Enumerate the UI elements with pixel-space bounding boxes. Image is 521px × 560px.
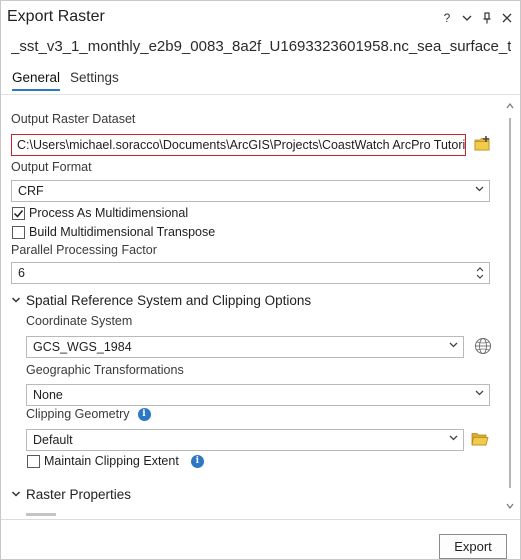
window-controls: ? — [440, 10, 514, 26]
chevron-down-icon — [449, 340, 458, 352]
clipped-row-fragment — [26, 513, 56, 516]
output-format-select[interactable]: CRF — [11, 180, 490, 202]
info-icon[interactable]: i — [190, 454, 204, 468]
chevron-down-icon — [11, 293, 21, 308]
coordinate-system-value: GCS_WGS_1984 — [33, 340, 132, 354]
raster-properties-header[interactable]: Raster Properties — [11, 487, 131, 502]
close-icon[interactable] — [500, 10, 514, 26]
help-icon[interactable]: ? — [440, 10, 454, 26]
spatial-section-label: Spatial Reference System and Clipping Op… — [26, 293, 312, 308]
dataset-name: _sst_v3_1_monthly_e2b9_0083_8a2f_U169332… — [11, 38, 511, 55]
clipping-geometry-value: Default — [33, 433, 73, 447]
folder-icon[interactable] — [471, 431, 489, 447]
build-transpose-checkbox[interactable] — [12, 225, 25, 239]
spatial-section-header[interactable]: Spatial Reference System and Clipping Op… — [11, 293, 311, 308]
export-button[interactable]: Export — [439, 534, 507, 559]
parallel-factor-value: 6 — [18, 266, 25, 280]
output-raster-input[interactable]: C:\Users\michael.soracco\Documents\ArcGI… — [11, 134, 466, 156]
maintain-clipping-label: Maintain Clipping Extent — [44, 454, 179, 468]
process-multidimensional-checkbox[interactable] — [12, 206, 25, 220]
parallel-factor-input[interactable]: 6 — [11, 262, 490, 284]
add-folder-icon[interactable] — [474, 135, 492, 153]
globe-icon[interactable] — [474, 337, 492, 355]
clipping-geometry-label-row: Clipping Geometry i — [26, 407, 151, 421]
maintain-clipping-row: Maintain Clipping Extent i — [27, 454, 204, 468]
clipping-geometry-select[interactable]: Default — [26, 429, 464, 451]
tab-general[interactable]: General — [12, 70, 61, 91]
chevron-down-icon — [475, 184, 484, 196]
raster-properties-label: Raster Properties — [26, 487, 132, 502]
maintain-clipping-checkbox[interactable] — [27, 454, 40, 468]
info-icon[interactable]: i — [137, 407, 151, 421]
spinner-icon[interactable] — [475, 265, 485, 281]
tab-settings[interactable]: Settings — [70, 70, 119, 91]
geo-transformations-value: None — [33, 388, 63, 402]
chevron-down-icon[interactable] — [460, 10, 474, 26]
coordinate-system-label: Coordinate System — [26, 314, 133, 328]
output-format-value: CRF — [18, 184, 44, 198]
parallel-factor-label: Parallel Processing Factor — [11, 243, 157, 257]
geo-transformations-select[interactable]: None — [26, 384, 490, 406]
build-transpose-label: Build Multidimensional Transpose — [29, 225, 216, 239]
chevron-down-icon — [475, 388, 484, 400]
footer-divider — [1, 519, 520, 520]
output-raster-label: Output Raster Dataset — [11, 112, 136, 126]
tab-bar: General Settings — [12, 70, 119, 91]
chevron-down-icon — [11, 487, 21, 502]
geo-transformations-label: Geographic Transformations — [26, 363, 184, 377]
tab-divider — [1, 94, 520, 95]
chevron-down-icon — [449, 433, 458, 445]
process-multidimensional-row: Process As Multidimensional — [12, 206, 188, 220]
output-format-label: Output Format — [11, 160, 92, 174]
pin-icon[interactable] — [480, 10, 494, 26]
window-title: Export Raster — [7, 8, 105, 25]
build-transpose-row: Build Multidimensional Transpose — [12, 225, 215, 239]
coordinate-system-select[interactable]: GCS_WGS_1984 — [26, 336, 464, 358]
clipping-geometry-label: Clipping Geometry — [26, 407, 130, 421]
scrollbar[interactable] — [504, 98, 516, 516]
process-multidimensional-label: Process As Multidimensional — [29, 206, 189, 220]
